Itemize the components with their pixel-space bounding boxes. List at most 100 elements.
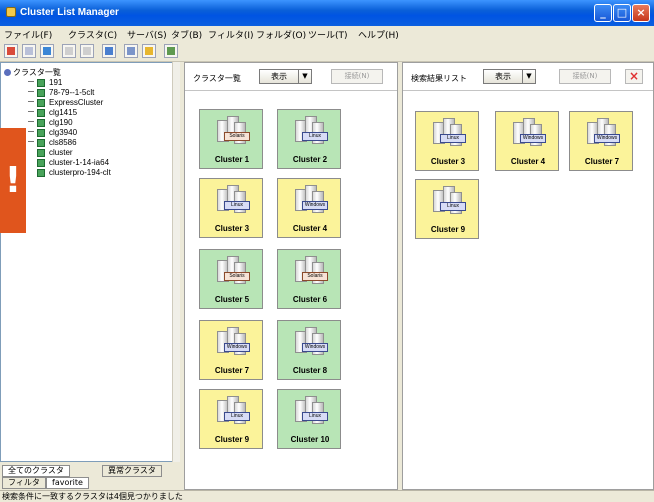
server-icon: [433, 186, 463, 216]
cluster-connect-button[interactable]: 接続(N): [331, 69, 383, 84]
tb-settings-button[interactable]: [164, 44, 178, 58]
menu-folder[interactable]: フォルダ(O): [256, 28, 306, 41]
tree-scrollbar[interactable]: [172, 62, 180, 462]
cluster-list-pane: クラスタ一覧 表示 ▼ 接続(N) Solaris Cluster 1 Linux C…: [184, 62, 398, 490]
server-icon: [217, 327, 247, 357]
menu-help[interactable]: ヘルプ(H): [358, 28, 399, 41]
os-badge: Windows: [520, 134, 546, 143]
cluster-tile[interactable]: Solaris Cluster 6: [277, 249, 341, 309]
os-badge: Windows: [594, 134, 620, 143]
os-badge: Linux: [224, 412, 250, 421]
cluster-tile[interactable]: Solaris Cluster 1: [199, 109, 263, 169]
cluster-name: Cluster 6: [292, 295, 328, 304]
cluster-icon: [37, 119, 45, 127]
os-badge: Windows: [302, 343, 328, 352]
cluster-name: Cluster 2: [292, 155, 328, 164]
app-icon: [6, 7, 16, 17]
cluster-name: Cluster 4: [510, 157, 546, 166]
tree-item[interactable]: 78-79--1-5clt: [1, 88, 171, 98]
tree-item[interactable]: clg3940: [1, 128, 171, 138]
tb-filter-button[interactable]: [80, 44, 94, 58]
cluster-tile[interactable]: Linux Cluster 2: [277, 109, 341, 169]
cluster-view-dropdown[interactable]: ▼: [298, 69, 312, 84]
cluster-icon: [37, 169, 45, 177]
maximize-button[interactable]: □: [613, 4, 631, 22]
cluster-tile[interactable]: Windows Cluster 4: [277, 178, 341, 238]
tab-error-clusters[interactable]: 異常クラスタ: [102, 465, 162, 477]
cluster-icon: [37, 79, 45, 87]
cluster-tree[interactable]: クラスタ一覧 191 78-79--1-5clt ExpressCluster …: [0, 62, 180, 462]
os-badge: Solaris: [302, 272, 328, 281]
cluster-name: Cluster 10: [290, 435, 330, 444]
cluster-tile[interactable]: Windows Cluster 8: [277, 320, 341, 380]
tb-search-button[interactable]: [40, 44, 54, 58]
os-badge: Windows: [302, 201, 328, 210]
menu-filter[interactable]: フィルタ(I): [208, 28, 254, 41]
cluster-name: Cluster 7: [584, 157, 620, 166]
server-icon: [295, 256, 325, 286]
server-icon: [295, 396, 325, 426]
cluster-name: Cluster 5: [214, 295, 250, 304]
menu-bar: ファイル(F) クラスタ(C) サーバ(S) タブ(B) フィルタ(I) フォル…: [0, 26, 654, 42]
tb-new-cluster-button[interactable]: [4, 44, 18, 58]
tb-sort-button[interactable]: [62, 44, 76, 58]
cluster-list-title: クラスタ一覧: [193, 74, 241, 83]
cluster-tile[interactable]: Windows Cluster 4: [495, 111, 559, 171]
cluster-add-icon: [7, 47, 15, 55]
os-badge: Linux: [302, 412, 328, 421]
menu-tab[interactable]: タブ(B): [171, 28, 202, 41]
server-icon: [217, 185, 247, 215]
cluster-tile[interactable]: Linux Cluster 9: [199, 389, 263, 449]
os-badge: Solaris: [224, 132, 250, 141]
menu-tools[interactable]: ツール(T): [308, 28, 348, 41]
cluster-icon: [37, 89, 45, 97]
tree-item[interactable]: clg190: [1, 118, 171, 128]
cluster-tile[interactable]: Windows Cluster 7: [569, 111, 633, 171]
server-icon: [295, 185, 325, 215]
search-result-pane: 検索結果リスト 表示 ▼ 接続(N) × Linux Cluster 3 Windo…: [402, 62, 654, 490]
cluster-tile[interactable]: Windows Cluster 7: [199, 320, 263, 380]
settings-icon: [167, 47, 175, 55]
tb-folder-button[interactable]: [124, 44, 138, 58]
menu-server[interactable]: サーバ(S): [127, 28, 167, 41]
tb-export-button[interactable]: [102, 44, 116, 58]
server-icon: [295, 116, 325, 146]
cluster-tile[interactable]: Linux Cluster 10: [277, 389, 341, 449]
tab-filter[interactable]: フィルタ: [2, 477, 46, 489]
cluster-name: Cluster 9: [430, 225, 466, 234]
search-close-button[interactable]: ×: [625, 69, 643, 84]
minimize-button[interactable]: _: [594, 4, 612, 22]
os-badge: Windows: [224, 343, 250, 352]
tb-open-button[interactable]: [22, 44, 36, 58]
search-connect-button[interactable]: 接続(N): [559, 69, 611, 84]
tab-all-clusters[interactable]: 全てのクラスタ: [2, 465, 70, 477]
title-bar[interactable]: Cluster List Manager _ □ ×: [0, 0, 654, 26]
cluster-tile[interactable]: Linux Cluster 3: [415, 111, 479, 171]
cluster-icon: [37, 139, 45, 147]
search-icon: [43, 47, 51, 55]
menu-cluster[interactable]: クラスタ(C): [68, 28, 117, 41]
search-view-button[interactable]: 表示: [483, 69, 523, 84]
tree-item[interactable]: cls8586: [1, 138, 171, 148]
os-badge: Linux: [302, 132, 328, 141]
cluster-name: Cluster 3: [214, 224, 250, 233]
cluster-view-button[interactable]: 表示: [259, 69, 299, 84]
tree-item[interactable]: clg1415: [1, 108, 171, 118]
server-icon: [217, 116, 247, 146]
close-button[interactable]: ×: [632, 4, 650, 22]
search-view-dropdown[interactable]: ▼: [522, 69, 536, 84]
tab-favorite[interactable]: favorite: [46, 477, 89, 489]
server-icon: [295, 327, 325, 357]
tb-warning-button[interactable]: [142, 44, 156, 58]
tree-item[interactable]: 191: [1, 78, 171, 88]
cluster-tile[interactable]: Linux Cluster 9: [415, 179, 479, 239]
cluster-tile[interactable]: Linux Cluster 3: [199, 178, 263, 238]
tree-root[interactable]: クラスタ一覧: [1, 68, 171, 78]
tree-item[interactable]: ExpressCluster: [1, 98, 171, 108]
tree-item[interactable]: clusterpro-194-clt: [1, 168, 171, 178]
tree-item[interactable]: cluster: [1, 148, 171, 158]
menu-file[interactable]: ファイル(F): [4, 28, 52, 41]
tree-item[interactable]: cluster-1-14-ia64: [1, 158, 171, 168]
cluster-tile[interactable]: Solaris Cluster 5: [199, 249, 263, 309]
os-badge: Linux: [224, 201, 250, 210]
